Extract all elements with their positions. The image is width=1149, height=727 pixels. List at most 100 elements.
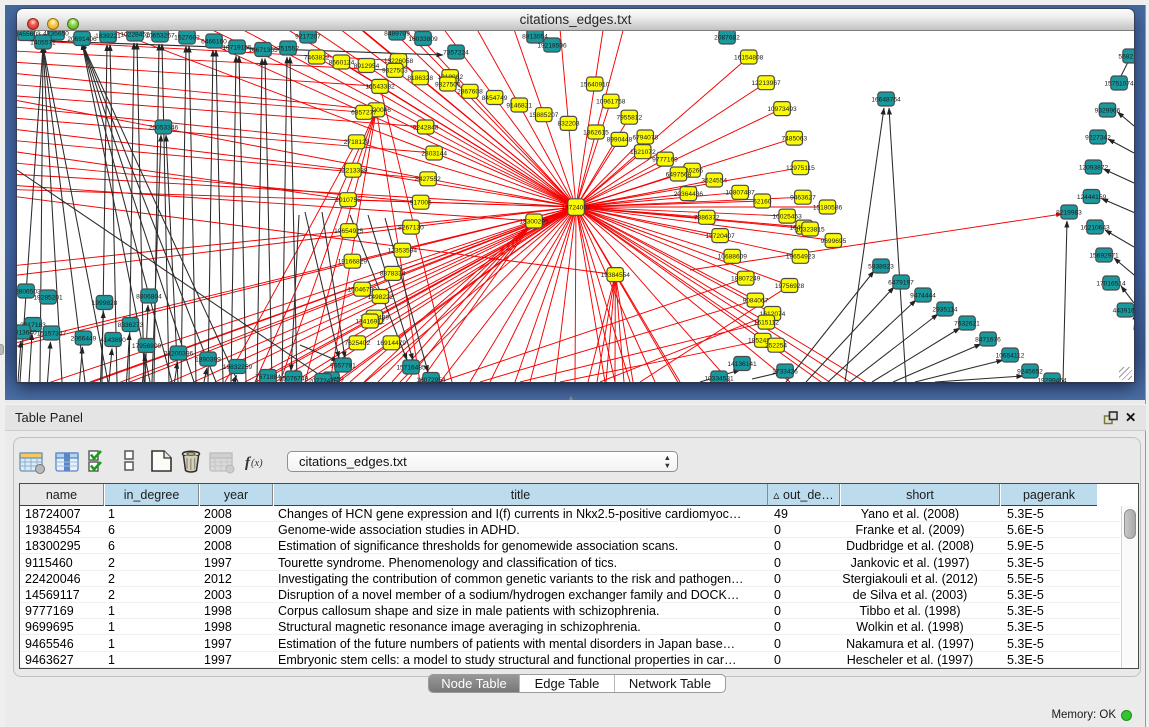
- svg-text:9327506: 9327506: [435, 81, 461, 88]
- svg-text:16072954: 16072954: [416, 377, 446, 382]
- svg-text:1890399: 1890399: [195, 356, 221, 363]
- svg-text:7955812: 7955812: [616, 115, 642, 122]
- svg-text:10654112: 10654112: [996, 352, 1025, 359]
- svg-text:1839221: 1839221: [95, 33, 121, 40]
- svg-text:8471676: 8471676: [975, 336, 1001, 343]
- svg-text:9084067: 9084067: [743, 297, 769, 304]
- svg-text:9146821: 9146821: [506, 102, 532, 109]
- svg-text:2803144: 2803144: [421, 150, 447, 157]
- svg-text:751552: 751552: [277, 45, 299, 52]
- svg-text:7632621: 7632621: [954, 320, 980, 327]
- svg-text:4143890: 4143890: [100, 337, 126, 344]
- svg-text:15716485: 15716485: [396, 364, 426, 371]
- svg-text:9777169: 9777169: [652, 156, 678, 163]
- svg-text:16671355: 16671355: [248, 47, 278, 54]
- svg-text:19832259: 19832259: [223, 364, 253, 371]
- svg-text:7485063: 7485063: [781, 135, 807, 142]
- svg-text:9474444: 9474444: [910, 292, 936, 299]
- svg-text:18807249: 18807249: [731, 276, 761, 283]
- svg-text:12213967: 12213967: [751, 80, 781, 87]
- svg-text:62160: 62160: [753, 198, 772, 205]
- svg-text:18300295: 18300295: [519, 218, 549, 225]
- svg-text:2935114: 2935114: [932, 306, 958, 313]
- svg-text:15692971: 15692971: [1089, 252, 1119, 259]
- svg-text:14136141: 14136141: [727, 361, 757, 368]
- svg-text:19299464: 19299464: [1037, 377, 1067, 382]
- svg-text:1010755: 1010755: [335, 197, 361, 204]
- svg-text:8219983: 8219983: [1056, 209, 1082, 216]
- svg-text:19285201: 19285201: [33, 294, 63, 301]
- svg-text:16914479: 16914479: [377, 340, 407, 347]
- svg-text:9245652: 9245652: [1017, 368, 1043, 375]
- svg-text:9227342: 9227342: [1085, 134, 1111, 141]
- svg-text:12213389: 12213389: [338, 168, 368, 175]
- svg-text:19756928: 19756928: [775, 283, 805, 290]
- svg-text:21200396: 21200396: [164, 350, 194, 357]
- svg-text:15751074: 15751074: [1104, 80, 1134, 87]
- svg-text:8878334: 8878334: [380, 271, 406, 278]
- svg-text:16154808: 16154808: [734, 54, 764, 61]
- svg-text:917006: 917006: [410, 200, 432, 207]
- svg-text:9242848: 9242848: [413, 124, 439, 131]
- svg-text:1615112: 1615112: [754, 319, 780, 326]
- svg-text:10653267: 10653267: [145, 32, 175, 39]
- svg-text:12975115: 12975115: [786, 165, 815, 172]
- svg-text:8990448: 8990448: [607, 137, 633, 144]
- svg-text:6357277: 6357277: [351, 110, 377, 117]
- svg-text:20364436: 20364436: [674, 191, 704, 198]
- svg-text:19166829: 19166829: [338, 259, 368, 266]
- svg-text:10961758: 10961758: [596, 99, 626, 106]
- svg-text:1733426: 1733426: [772, 368, 798, 375]
- svg-text:16648764: 16648764: [871, 96, 901, 103]
- svg-text:9217207: 9217207: [295, 33, 321, 40]
- svg-text:1405572: 1405572: [30, 39, 56, 46]
- svg-text:10973493: 10973493: [767, 106, 797, 113]
- svg-text:10807487: 10807487: [725, 190, 755, 197]
- svg-text:17016514: 17016514: [1096, 280, 1126, 287]
- svg-text:12093872: 12093872: [1079, 164, 1109, 171]
- svg-text:7386372: 7386372: [694, 215, 720, 222]
- svg-text:15076749: 15076749: [279, 375, 309, 382]
- svg-text:19654925: 19654925: [334, 228, 364, 235]
- svg-text:8427552: 8427552: [415, 176, 441, 183]
- svg-text:10688609: 10688609: [718, 254, 748, 261]
- svg-text:15720407: 15720407: [705, 233, 735, 240]
- svg-text:5938923: 5938923: [868, 263, 894, 270]
- svg-text:832203: 832203: [557, 121, 579, 128]
- svg-text:4439167: 4439167: [1113, 307, 1134, 314]
- svg-text:7463822: 7463822: [304, 54, 330, 61]
- svg-text:20691406: 20691406: [67, 36, 97, 43]
- svg-text:1999828: 1999828: [92, 300, 118, 307]
- svg-text:252254: 252254: [765, 343, 787, 350]
- svg-text:1527602: 1527602: [174, 34, 200, 41]
- svg-text:10025453: 10025453: [772, 213, 802, 220]
- svg-text:9657791: 9657791: [330, 362, 356, 369]
- svg-text:8267130: 8267130: [398, 224, 424, 231]
- svg-text:8186328: 8186328: [407, 75, 433, 82]
- svg-text:15180586: 15180586: [813, 204, 843, 211]
- svg-text:7625402: 7625402: [344, 340, 370, 347]
- svg-text:2087682: 2087682: [714, 34, 740, 41]
- svg-text:15640910: 15640910: [580, 81, 610, 88]
- svg-text:12416912: 12416912: [355, 318, 385, 325]
- svg-text:8660124: 8660124: [329, 59, 355, 66]
- svg-text:19384554: 19384554: [601, 272, 631, 279]
- svg-text:7357224: 7357224: [443, 49, 469, 56]
- svg-text:16543382: 16543382: [365, 84, 395, 91]
- svg-text:17956909: 17956909: [132, 343, 162, 350]
- svg-text:8912954: 8912954: [354, 63, 380, 70]
- svg-text:6479197: 6479197: [888, 279, 914, 286]
- svg-text:6794078: 6794078: [632, 134, 658, 141]
- svg-text:3624554: 3624554: [701, 177, 727, 184]
- svg-text:20813640: 20813640: [17, 329, 37, 336]
- svg-text:20053346: 20053346: [149, 124, 179, 131]
- svg-text:9329966: 9329966: [1095, 107, 1121, 114]
- svg-text:8336273: 8336273: [118, 322, 144, 329]
- svg-text:5682115: 5682115: [1118, 53, 1134, 60]
- svg-text:8454749: 8454749: [482, 95, 508, 102]
- svg-text:18724007: 18724007: [561, 204, 591, 211]
- svg-text:8489709: 8489709: [384, 31, 410, 37]
- svg-text:15157347: 15157347: [37, 330, 67, 337]
- svg-text:2066449: 2066449: [71, 335, 97, 342]
- svg-text:15885207: 15885207: [529, 112, 559, 119]
